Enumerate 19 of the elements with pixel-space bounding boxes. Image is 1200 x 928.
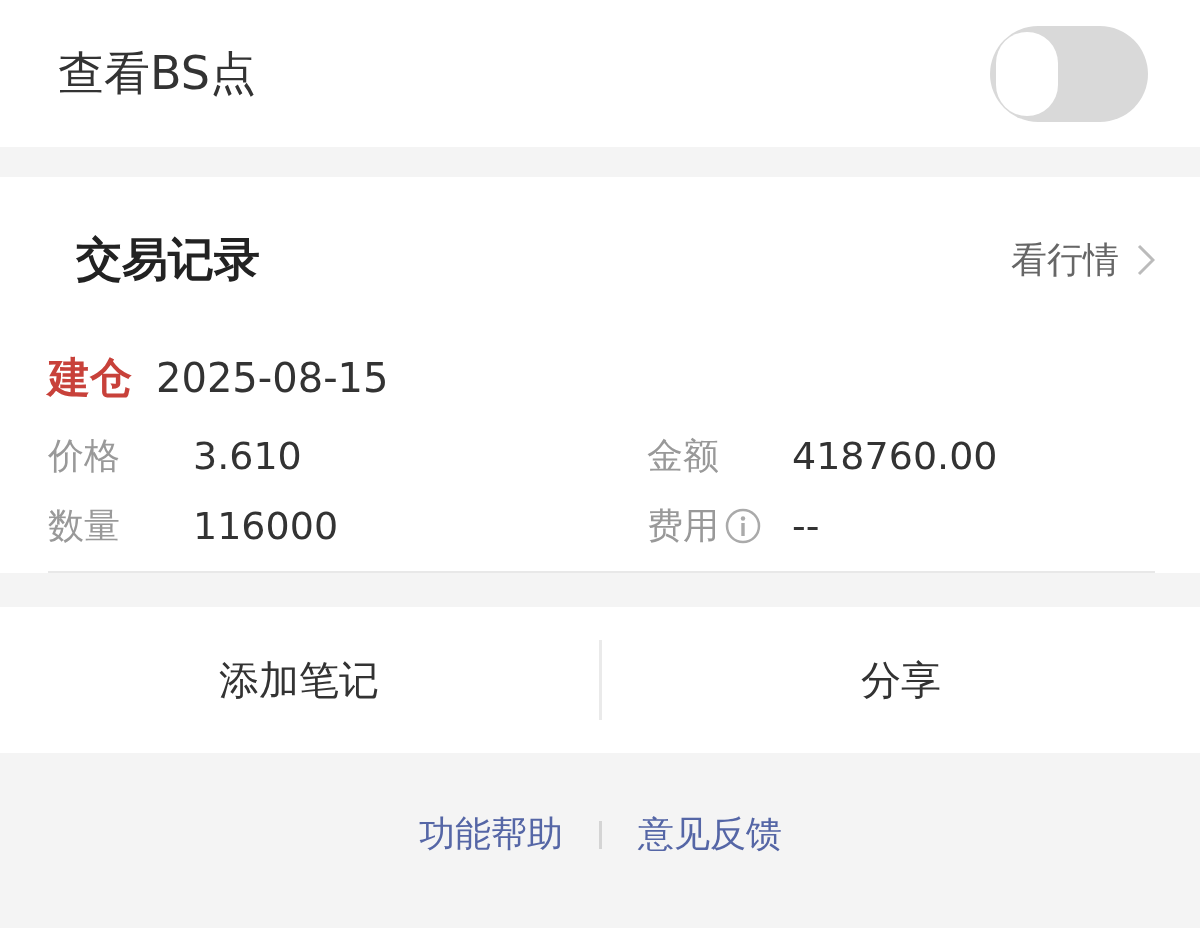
field-label: 费用 [647, 503, 719, 548]
field-label: 价格 [48, 433, 120, 478]
info-icon[interactable] [725, 508, 761, 544]
field-value: 418760.00 [792, 434, 998, 478]
field-value: -- [792, 504, 820, 548]
field-value: 116000 [193, 504, 339, 548]
setting-label: 查看BS点 [58, 44, 256, 102]
trade-date: 2025-08-15 [156, 355, 389, 401]
action-button[interactable]: 分享 [601, 607, 1200, 753]
field-label: 金额 [647, 433, 719, 478]
field-value: 3.610 [193, 434, 302, 478]
field-label: 数量 [48, 503, 120, 548]
footer-link[interactable]: 功能帮助 [418, 810, 563, 859]
chevron-right-icon [1137, 244, 1155, 276]
trade-type: 建仓 [48, 352, 132, 404]
market-link[interactable]: 看行情 [1011, 235, 1155, 285]
action-button[interactable]: 添加笔记 [0, 607, 599, 753]
section-title: 交易记录 [76, 231, 260, 288]
footer-link[interactable]: 意见反馈 [637, 810, 782, 859]
